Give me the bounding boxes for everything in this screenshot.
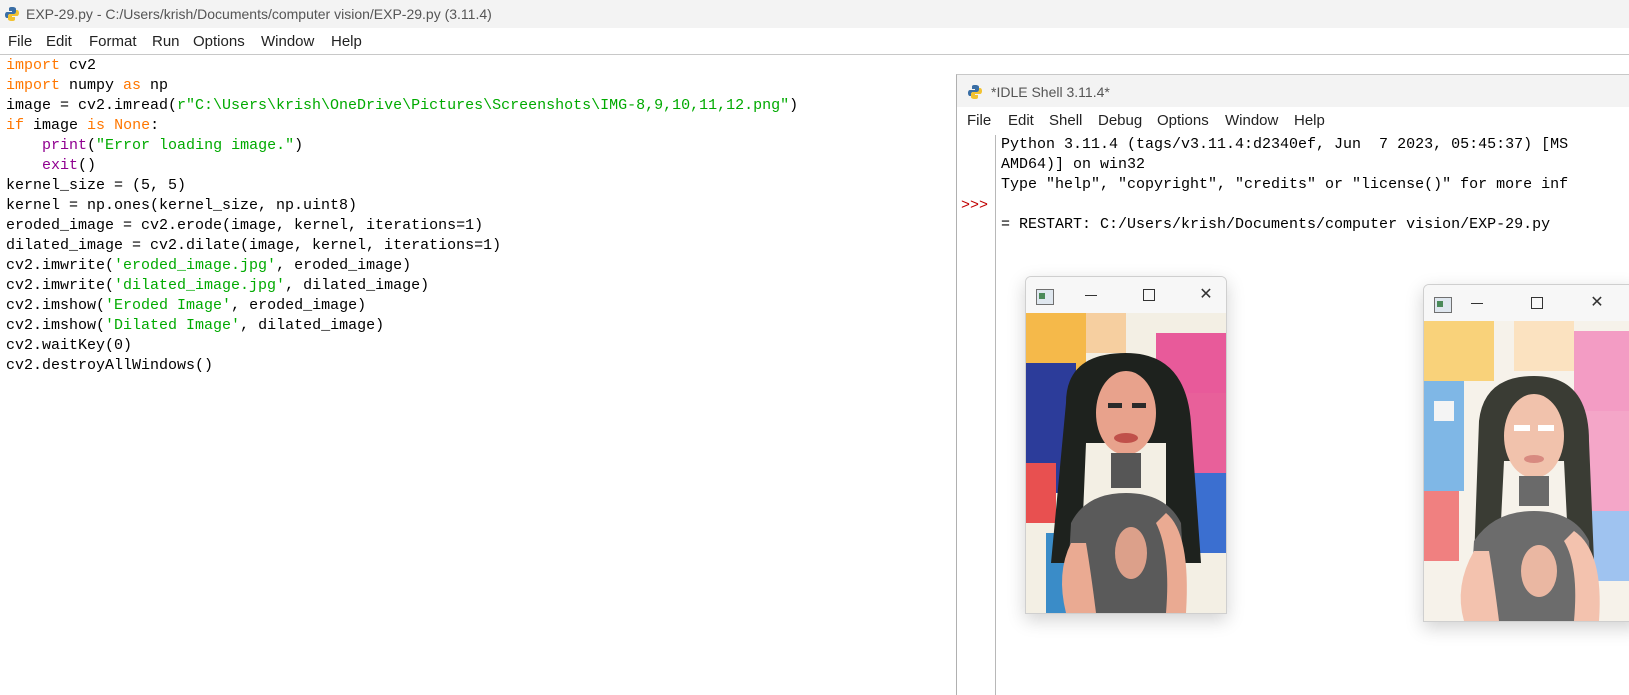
code-token: None — [114, 117, 151, 134]
dilated-image-window[interactable]: ✕ — [1423, 284, 1629, 622]
menu-format[interactable]: Format — [89, 33, 137, 50]
code-line[interactable]: cv2.destroyAllWindows() — [6, 356, 798, 376]
code-token: as — [123, 77, 142, 94]
maximize-button[interactable] — [1136, 284, 1162, 306]
shell-menu-help[interactable]: Help — [1294, 112, 1325, 129]
shell-menubar: File Edit Shell Debug Options Window Hel… — [957, 107, 1629, 133]
menu-options[interactable]: Options — [193, 33, 245, 50]
close-button[interactable]: ✕ — [1584, 292, 1610, 314]
code-token: "Error loading image." — [96, 137, 295, 154]
code-line[interactable]: if image is None: — [6, 116, 798, 136]
minimize-button[interactable] — [1078, 284, 1104, 306]
shell-line: AMD64)] on win32 — [1001, 156, 1146, 173]
shell-menu-options[interactable]: Options — [1157, 112, 1209, 129]
code-token: import — [6, 77, 61, 94]
code-token: , dilated_image) — [285, 277, 430, 294]
code-line[interactable]: print("Error loading image.") — [6, 136, 798, 156]
editor-titlebar: EXP-29.py - C:/Users/krish/Documents/com… — [0, 0, 1629, 28]
shell-line: Python 3.11.4 (tags/v3.11.4:d2340ef, Jun… — [1001, 136, 1569, 153]
eroded-image — [1026, 313, 1226, 613]
python-icon — [968, 85, 982, 99]
code-text[interactable]: import cv2 import numpy as np image = cv2.… — [6, 56, 798, 376]
code-token: ( — [87, 137, 97, 154]
code-line[interactable]: import cv2 — [6, 56, 798, 76]
shell-menu-debug[interactable]: Debug — [1098, 112, 1142, 129]
menu-window[interactable]: Window — [261, 33, 314, 50]
code-token: , eroded_image) — [276, 257, 412, 274]
code-token: cv2.imshow( — [6, 297, 106, 314]
code-token: image — [24, 117, 88, 134]
code-token: cv2.imwrite( — [6, 257, 115, 274]
window-app-icon — [1434, 297, 1452, 313]
shell-titlebar: *IDLE Shell 3.11.4* — [957, 75, 1629, 107]
shell-window-title: *IDLE Shell 3.11.4* — [991, 84, 1110, 100]
code-token: numpy — [60, 77, 124, 94]
shell-menu-file[interactable]: File — [967, 112, 991, 129]
maximize-button[interactable] — [1524, 292, 1550, 314]
code-line[interactable]: kernel = np.ones(kernel_size, np.uint8) — [6, 196, 798, 216]
editor-window-title: EXP-29.py - C:/Users/krish/Documents/com… — [26, 6, 492, 22]
menu-help[interactable]: Help — [331, 33, 362, 50]
code-line[interactable]: import numpy as np — [6, 76, 798, 96]
code-line[interactable]: exit() — [6, 156, 798, 176]
code-line[interactable]: cv2.imwrite('dilated_image.jpg', dilated… — [6, 276, 798, 296]
code-token: cv2.imwrite( — [6, 277, 115, 294]
code-token: () — [78, 157, 97, 174]
code-token: cv2.waitKey(0) — [6, 337, 133, 354]
shell-line: = RESTART: C:/Users/krish/Documents/comp… — [1001, 216, 1551, 233]
code-token: 'Eroded Image' — [105, 297, 232, 314]
menu-edit[interactable]: Edit — [46, 33, 72, 50]
dilated-window-titlebar[interactable]: ✕ — [1424, 285, 1629, 321]
code-token: if — [6, 117, 25, 134]
menu-file[interactable]: File — [8, 33, 32, 50]
code-token: : — [150, 117, 160, 134]
minimize-button[interactable] — [1464, 292, 1490, 314]
code-line[interactable]: image = cv2.imread(r"C:\Users\krish\OneD… — [6, 96, 798, 116]
eroded-window-titlebar[interactable]: ✕ — [1026, 277, 1226, 313]
code-line[interactable]: cv2.imwrite('eroded_image.jpg', eroded_i… — [6, 256, 798, 276]
window-app-icon — [1036, 289, 1054, 305]
code-token: image = cv2.imread( — [6, 97, 178, 114]
shell-menu-edit[interactable]: Edit — [1008, 112, 1034, 129]
code-token: exit — [42, 157, 79, 174]
python-icon — [5, 7, 19, 21]
code-line[interactable]: kernel_size = (5, 5) — [6, 176, 798, 196]
shell-menu-shell[interactable]: Shell — [1049, 112, 1082, 129]
code-token: np — [141, 77, 169, 94]
code-token: r"C:\Users\krish\OneDrive\Pictures\Scree… — [177, 97, 790, 114]
menu-run[interactable]: Run — [152, 33, 180, 50]
shell-menu-window[interactable]: Window — [1225, 112, 1278, 129]
code-token: eroded_image = cv2.erode(image, kernel, … — [6, 217, 484, 234]
shell-line: Type "help", "copyright", "credits" or "… — [1001, 176, 1569, 193]
code-line[interactable]: cv2.imshow('Dilated Image', dilated_imag… — [6, 316, 798, 336]
code-token: 'eroded_image.jpg' — [114, 257, 277, 274]
code-token: import — [6, 57, 61, 74]
code-token: dilated_image = cv2.dilate(image, kernel… — [6, 237, 502, 254]
code-line[interactable]: cv2.imshow('Eroded Image', eroded_image) — [6, 296, 798, 316]
code-token: kernel_size = (5, 5) — [6, 177, 187, 194]
code-token: cv2.destroyAllWindows() — [6, 357, 214, 374]
code-token: cv2.imshow( — [6, 317, 106, 334]
code-token: print — [42, 137, 88, 154]
code-token: 'Dilated Image' — [105, 317, 241, 334]
code-token: 'dilated_image.jpg' — [114, 277, 286, 294]
close-button[interactable]: ✕ — [1193, 284, 1219, 306]
code-line[interactable]: dilated_image = cv2.dilate(image, kernel… — [6, 236, 798, 256]
editor-menubar: File Edit Format Run Options Window Help — [0, 28, 1629, 55]
code-token: kernel = np.ones(kernel_size, np.uint8) — [6, 197, 358, 214]
code-token: ) — [294, 137, 304, 154]
code-editor[interactable]: import cv2 import numpy as np image = cv2.… — [0, 55, 960, 674]
eroded-image-window[interactable]: ✕ — [1025, 276, 1227, 614]
code-token: cv2 — [60, 57, 97, 74]
code-token: is — [87, 117, 106, 134]
code-token: , eroded_image) — [231, 297, 367, 314]
code-line[interactable]: eroded_image = cv2.erode(image, kernel, … — [6, 216, 798, 236]
code-token: , dilated_image) — [240, 317, 385, 334]
code-line[interactable]: cv2.waitKey(0) — [6, 336, 798, 356]
dilated-image — [1424, 321, 1629, 621]
code-token: ) — [789, 97, 799, 114]
